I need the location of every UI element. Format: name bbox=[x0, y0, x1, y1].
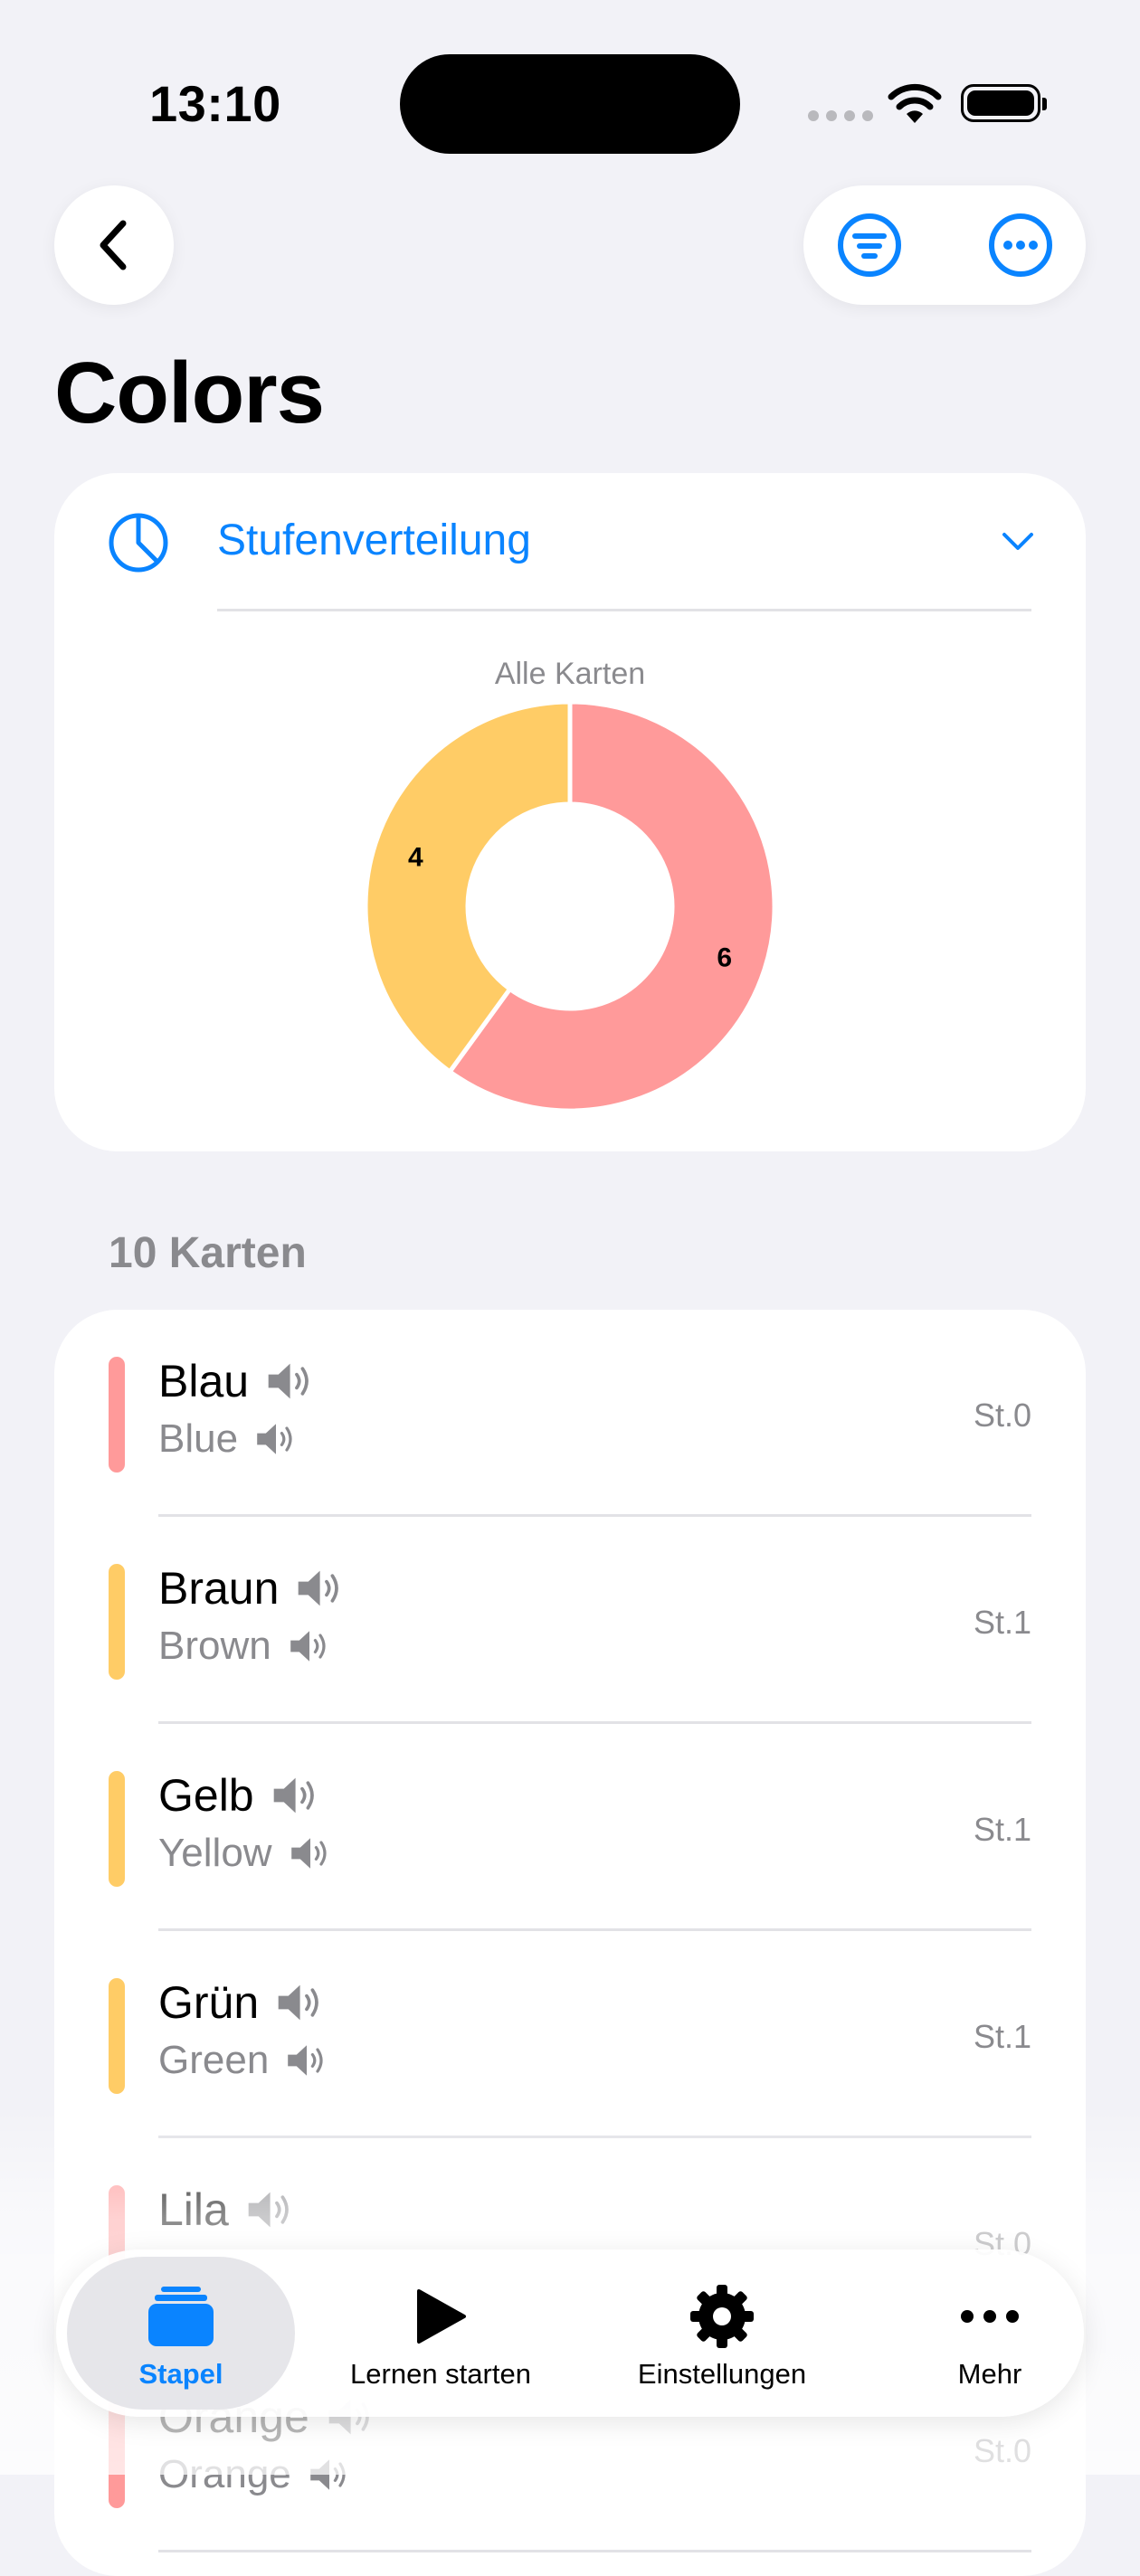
stack-icon bbox=[147, 2284, 215, 2349]
stage-label: St.1 bbox=[973, 2018, 1031, 2055]
tab-stapel[interactable]: Stapel bbox=[67, 2257, 295, 2410]
divider bbox=[217, 609, 1031, 611]
cellular-signal-icon bbox=[808, 110, 873, 121]
speaker-icon[interactable] bbox=[275, 1982, 325, 2023]
back-button[interactable] bbox=[54, 185, 174, 305]
card-row[interactable]: Blau Blue St.0 bbox=[54, 1310, 1086, 1517]
speaker-icon[interactable] bbox=[288, 1628, 331, 1664]
tab-bar: Stapel Lernen starten Einstellungen Mehr bbox=[56, 2249, 1084, 2417]
wifi-icon bbox=[887, 83, 943, 129]
battery-icon bbox=[961, 84, 1047, 122]
stage-distribution-toggle[interactable]: Stufenverteilung bbox=[217, 516, 531, 565]
card-back: Brown bbox=[158, 1624, 331, 1669]
stage-color-bar bbox=[109, 1771, 125, 1887]
tab-label: Einstellungen bbox=[637, 2358, 807, 2390]
card-front: Blau bbox=[158, 1355, 315, 1407]
toolbar-actions bbox=[803, 185, 1086, 305]
card-row[interactable]: Gelb Yellow St.1 bbox=[54, 1724, 1086, 1931]
card-row[interactable]: Braun Brown St.1 bbox=[54, 1517, 1086, 1724]
tab-label: Mehr bbox=[957, 2358, 1022, 2390]
chart-title: Alle Karten bbox=[495, 657, 645, 691]
divider bbox=[158, 2550, 1031, 2552]
chevron-left-icon bbox=[100, 220, 127, 270]
stage-label: St.1 bbox=[973, 1811, 1031, 1848]
stage-color-bar bbox=[109, 1357, 125, 1473]
stage-label: St.1 bbox=[973, 1604, 1031, 1641]
page-title: Colors bbox=[54, 345, 325, 441]
pie-slice-value-label: 4 bbox=[408, 843, 423, 873]
ellipsis-icon bbox=[958, 2284, 1021, 2349]
dynamic-island bbox=[400, 54, 740, 154]
ellipsis-circle-icon[interactable] bbox=[986, 211, 1055, 279]
tab-label: Stapel bbox=[138, 2358, 223, 2390]
chevron-down-icon[interactable] bbox=[1002, 532, 1034, 556]
speaker-icon[interactable] bbox=[285, 2042, 328, 2079]
speaker-icon[interactable] bbox=[295, 1567, 345, 1609]
card-back: Green bbox=[158, 2038, 328, 2083]
tab-lernen-starten[interactable]: Lernen starten bbox=[328, 2249, 554, 2417]
speaker-icon[interactable] bbox=[265, 1360, 315, 1402]
card-front: Braun bbox=[158, 1562, 346, 1615]
stage-color-bar bbox=[109, 1564, 125, 1680]
card-front: Gelb bbox=[158, 1769, 320, 1822]
stage-label: St.0 bbox=[973, 1397, 1031, 1434]
status-time: 13:10 bbox=[149, 75, 281, 132]
pie-chart-icon bbox=[107, 511, 170, 579]
card-back: Yellow bbox=[158, 1831, 332, 1876]
tab-mehr[interactable]: Mehr bbox=[908, 2249, 1071, 2417]
card-back: Blue bbox=[158, 1416, 298, 1462]
card-front: Grün bbox=[158, 1976, 325, 2029]
stage-distribution-chart: Alle Karten 6 4 bbox=[363, 657, 777, 1113]
speaker-icon[interactable] bbox=[271, 1775, 320, 1816]
card-count-label: 10 Karten bbox=[109, 1229, 307, 1277]
stage-color-bar bbox=[109, 1978, 125, 2094]
filter-icon[interactable] bbox=[835, 211, 904, 279]
gear-icon bbox=[689, 2284, 755, 2349]
tab-label: Lernen starten bbox=[350, 2358, 531, 2390]
tab-einstellungen[interactable]: Einstellungen bbox=[613, 2249, 831, 2417]
pie-slice-value-label: 6 bbox=[717, 942, 732, 972]
play-icon bbox=[413, 2284, 468, 2349]
speaker-icon[interactable] bbox=[289, 1835, 332, 1871]
speaker-icon[interactable] bbox=[254, 1421, 298, 1457]
